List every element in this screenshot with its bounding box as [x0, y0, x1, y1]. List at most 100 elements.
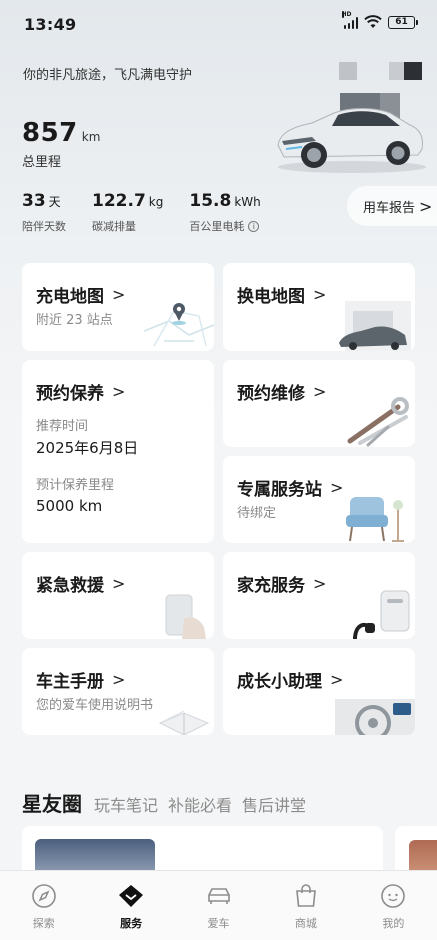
swap-map-card[interactable]: 换电地图 > [223, 263, 415, 351]
card-title-row: 车主手册 > [36, 667, 125, 692]
card-title-row: 家充服务 > [237, 571, 326, 596]
map-pin-icon [144, 303, 214, 347]
card-title: 预约保养 [36, 384, 104, 404]
growth-assistant-card[interactable]: 成长小助理 > [223, 648, 415, 735]
card-title: 家充服务 [237, 576, 305, 596]
card-title: 专属服务站 [237, 480, 322, 500]
vehicle-report-button[interactable]: 用车报告 > [347, 186, 437, 226]
community-header: 星友圈 玩车笔记 补能必看 售后讲堂 [22, 788, 316, 817]
home-charging-card[interactable]: 家充服务 > [223, 552, 415, 639]
stats-row: 33 天 陪伴天数 122.7 kg 碳减排量 15.8 kWh 百公里电耗 i [22, 191, 287, 234]
wall-charger-icon [353, 590, 410, 639]
card-title-row: 换电地图 > [237, 282, 326, 307]
pixelated-region [339, 62, 357, 80]
phone-hand-icon [165, 594, 206, 639]
hd-label: HD [341, 10, 352, 18]
chevron-right-icon: > [112, 574, 126, 593]
stat-unit: kWh [234, 195, 261, 209]
odometer-label: 总里程 [22, 155, 62, 170]
steering-wheel-icon [335, 699, 415, 735]
card-subtitle: 您的爱车使用说明书 [36, 698, 154, 713]
compass-icon [31, 884, 56, 908]
book-icon [158, 710, 210, 735]
tab-service[interactable]: 服务 [87, 871, 174, 940]
card-title: 紧急救援 [36, 576, 104, 596]
pixelated-region [404, 62, 422, 80]
stat-value: 122.7 [92, 191, 146, 211]
tab-profile[interactable]: 我的 [350, 871, 437, 940]
tab-mall[interactable]: 商城 [262, 871, 349, 940]
tab-my-car[interactable]: 爱车 [175, 871, 262, 940]
bottom-tab-bar: 探索 服务 爱车 商城 我的 [0, 870, 437, 940]
chevron-right-icon: > [112, 670, 126, 689]
stat-unit: 天 [48, 195, 61, 209]
chevron-right-icon: > [313, 382, 327, 401]
stat-unit: kg [148, 195, 164, 209]
card-title-row: 充电地图 > [36, 282, 125, 307]
stat-label: 碳减排量 [92, 220, 136, 233]
cellular-signal-icon: HD [341, 10, 358, 29]
community-tab-charging[interactable]: 补能必看 [168, 792, 232, 816]
chevron-right-icon: > [313, 285, 327, 304]
stat-energy-consumption: 15.8 kWh 百公里电耗 i [189, 191, 260, 234]
chevron-right-icon: > [313, 574, 327, 593]
tab-label: 爱车 [207, 917, 230, 930]
card-title: 预约维修 [237, 384, 305, 404]
card-title-row: 紧急救援 > [36, 571, 125, 596]
maintenance-mileage-label: 预计保养里程 [36, 478, 115, 493]
diamond-icon [119, 885, 144, 907]
chevron-right-icon: > [330, 670, 344, 689]
stat-label-wrap: 百公里电耗 i [189, 218, 260, 234]
stat-companion-days: 33 天 陪伴天数 [22, 191, 66, 234]
owner-manual-card[interactable]: 车主手册 > 您的爱车使用说明书 [22, 648, 214, 735]
armchair-icon [346, 497, 404, 542]
community-tab-aftersales[interactable]: 售后讲堂 [242, 792, 306, 816]
wrench-icon [347, 397, 409, 447]
odometer: 857 km [22, 118, 100, 148]
vehicle-report-label: 用车报告 [363, 200, 416, 216]
card-title-row: 预约维修 > [237, 379, 326, 404]
car-image [277, 108, 426, 173]
card-title: 成长小助理 [237, 672, 322, 692]
status-time: 13:49 [24, 15, 77, 34]
card-title: 充电地图 [36, 287, 104, 307]
stat-value: 33 [22, 191, 46, 211]
profile-icon [381, 884, 406, 908]
chevron-right-icon: > [112, 285, 126, 304]
stat-carbon-reduction: 122.7 kg 碳减排量 [92, 191, 163, 234]
stat-value: 15.8 [189, 191, 232, 211]
status-bar: 13:49 HD 61 [0, 0, 437, 48]
chevron-right-icon: > [419, 196, 433, 216]
card-title-row: 专属服务站 > [237, 475, 343, 500]
slogan: 你的非凡旅途，飞凡满电守护 [23, 68, 193, 83]
maintenance-booking-card[interactable]: 预约保养 > 推荐时间 2025年6月8日 预计保养里程 5000 km [22, 360, 214, 543]
service-station-card[interactable]: 专属服务站 > 待绑定 [223, 456, 415, 543]
repair-booking-card[interactable]: 预约维修 > [223, 360, 415, 447]
stat-label: 陪伴天数 [22, 220, 66, 233]
shopping-bag-icon [296, 884, 316, 907]
tab-label: 服务 [120, 917, 143, 930]
card-subtitle: 附近 23 站点 [36, 313, 113, 328]
emergency-rescue-card[interactable]: 紧急救援 > [22, 552, 214, 639]
card-title: 车主手册 [36, 672, 104, 692]
charging-map-card[interactable]: 充电地图 > 附近 23 站点 [22, 263, 214, 351]
stat-label: 百公里电耗 [189, 220, 245, 233]
card-title-row: 预约保养 > [36, 379, 125, 404]
tab-label: 我的 [382, 917, 405, 930]
card-subtitle: 待绑定 [237, 506, 277, 521]
tab-explore[interactable]: 探索 [0, 871, 87, 940]
card-title: 换电地图 [237, 287, 305, 307]
recommended-time-value: 2025年6月8日 [36, 439, 139, 457]
status-icons: HD 61 [341, 10, 418, 29]
info-icon[interactable]: i [248, 220, 260, 232]
card-title-row: 成长小助理 > [237, 667, 343, 692]
odometer-unit: km [81, 130, 101, 144]
maintenance-mileage-value: 5000 km [36, 497, 103, 515]
chevron-right-icon: > [112, 382, 126, 401]
swap-station-icon [339, 301, 411, 351]
car-icon [207, 888, 230, 904]
community-tab-notes[interactable]: 玩车笔记 [94, 792, 158, 816]
community-title: 星友圈 [22, 792, 82, 816]
wifi-icon [364, 15, 382, 28]
tab-label: 探索 [32, 917, 55, 930]
